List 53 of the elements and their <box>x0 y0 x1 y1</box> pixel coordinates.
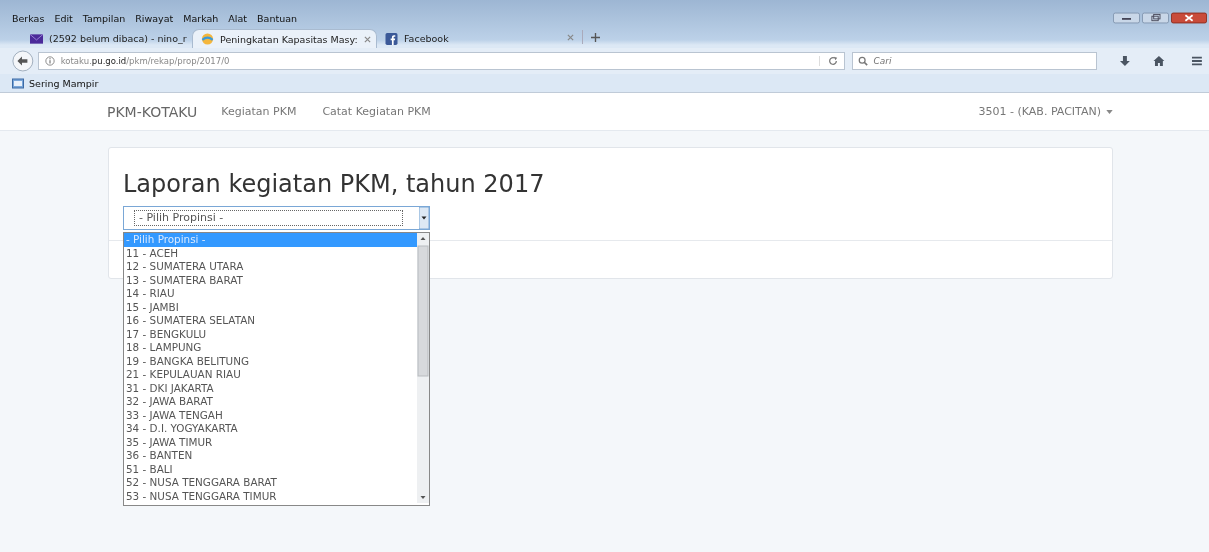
dropdown-option[interactable]: 11 - ACEH <box>124 246 417 260</box>
dropdown-option[interactable]: 35 - JAWA TIMUR <box>124 435 417 449</box>
search-icon <box>858 56 869 66</box>
menu-item[interactable]: Tampilan <box>82 12 126 24</box>
dropdown-option[interactable]: 19 - BANGKA BELITUNG <box>124 354 417 368</box>
download-icon[interactable] <box>1119 55 1132 67</box>
nav-link[interactable]: Kegiatan PKM <box>221 105 297 118</box>
caret-icon <box>1106 109 1113 114</box>
menu-item[interactable]: Berkas <box>12 12 45 24</box>
dropdown-option[interactable]: 33 - JAWA TENGAH <box>124 408 417 422</box>
browser-tab[interactable]: Peningkatan Kapasitas Masy: <box>192 29 377 48</box>
nav-link[interactable]: Catat Kegiatan PKM <box>322 105 431 118</box>
dropdown-option[interactable]: 13 - SUMATERA BARAT <box>124 273 417 287</box>
dropdown-option[interactable]: 12 - SUMATERA UTARA <box>124 260 417 274</box>
dropdown-option[interactable]: 34 - D.I. YOGYAKARTA <box>124 422 417 436</box>
dropdown-option[interactable]: 15 - JAMBI <box>124 300 417 314</box>
user-dropdown[interactable]: 3501 - (KAB. PACITAN) <box>978 105 1113 118</box>
reload-icon[interactable] <box>819 56 839 66</box>
home-icon[interactable] <box>1153 55 1166 67</box>
back-icon[interactable] <box>12 50 34 72</box>
menu-icon[interactable] <box>1191 55 1203 67</box>
dropdown-option[interactable]: 17 - BENGKULU <box>124 327 417 341</box>
dropdown-option[interactable]: 21 - KEPULAUAN RIAU <box>124 368 417 382</box>
page-title: Laporan kegiatan PKM, tahun 2017 <box>123 170 546 198</box>
minimize-icon[interactable] <box>1113 12 1140 24</box>
dropdown-option[interactable]: 31 - DKI JAKARTA <box>124 381 417 395</box>
dropdown-option[interactable]: 53 - NUSA TENGGARA TIMUR <box>124 489 417 503</box>
dropdown-option[interactable]: 18 - LAMPUNG <box>124 341 417 355</box>
dropdown-arrow-icon[interactable] <box>419 207 429 229</box>
search-field[interactable]: Cari <box>852 52 1098 70</box>
address-field[interactable]: kotaku.pu.go.id/pkm/rekap/prop/2017/0 <box>37 52 846 70</box>
site-brand[interactable]: PKM-KOTAKU <box>107 103 198 120</box>
new-tab-icon[interactable] <box>591 32 600 42</box>
browser-tab[interactable]: Facebook <box>377 29 547 48</box>
menu-item[interactable]: Edit <box>54 12 73 24</box>
menu-item[interactable]: Alat <box>228 12 248 24</box>
menu-item[interactable]: Riwayat <box>135 12 174 24</box>
close-icon[interactable] <box>1171 12 1207 24</box>
restore-icon[interactable] <box>1142 12 1169 24</box>
envelope-icon <box>30 32 43 45</box>
scrollbar[interactable] <box>417 233 429 503</box>
dropdown-option[interactable]: 16 - SUMATERA SELATAN <box>124 314 417 328</box>
menu-item[interactable]: Markah <box>183 12 219 24</box>
dropdown-option[interactable]: 32 - JAWA BARAT <box>124 395 417 409</box>
facebook-icon <box>385 32 398 45</box>
dropdown-option[interactable]: 36 - BANTEN <box>124 449 417 463</box>
menu-item[interactable]: Bantuan <box>257 12 297 24</box>
site-logo-icon <box>201 33 214 45</box>
province-select[interactable]: - Pilih Propinsi - <box>123 206 430 230</box>
bookmark-item[interactable]: Sering Mampir <box>12 77 99 89</box>
dropdown-option[interactable]: 52 - NUSA TENGGARA BARAT <box>124 476 417 490</box>
dropdown-option[interactable]: 14 - RIAU <box>124 287 417 301</box>
dropdown-option[interactable]: 51 - BALI <box>124 462 417 476</box>
